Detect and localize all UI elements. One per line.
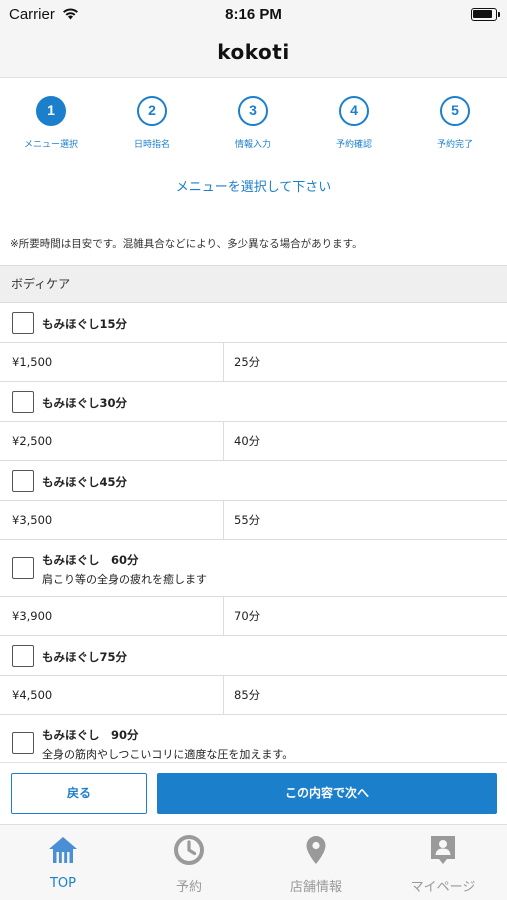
- menu-checkbox[interactable]: [12, 732, 34, 754]
- tab-label: 予約: [175, 880, 202, 895]
- menu-item-text: もみほぐし30分: [42, 392, 127, 411]
- step-confirm: 4 予約確認: [304, 96, 404, 150]
- menu-item-duration: 40分: [234, 434, 261, 448]
- step-date-staff: 2 日時指名: [102, 96, 202, 150]
- step-label: 予約確認: [335, 140, 372, 150]
- menu-item[interactable]: もみほぐし 90分 全身の筋肉やしつこいコリに適度な圧を加えます。: [0, 715, 507, 762]
- status-bar: Carrier 8:16 PM: [0, 0, 507, 28]
- step-number-circle: 1: [36, 96, 66, 126]
- menu-item[interactable]: もみほぐし15分 ¥1,500 25分: [0, 303, 507, 382]
- menu-item[interactable]: もみほぐし 60分 肩こり等の全身の疲れを癒します ¥3,900 70分: [0, 540, 507, 636]
- menu-item-select-row[interactable]: もみほぐし30分: [0, 382, 507, 422]
- duration-notice: ※所要時間は目安です。混雑具合などにより、多少異なる場合があります。: [10, 238, 363, 250]
- menu-item[interactable]: もみほぐし75分 ¥4,500 85分: [0, 636, 507, 715]
- menu-checkbox[interactable]: [12, 311, 34, 334]
- menu-item-name: もみほぐし15分: [42, 317, 128, 331]
- clock-icon: [174, 835, 204, 865]
- menu-item-name: もみほぐし75分: [42, 650, 128, 664]
- menu-item-details: ¥4,500 85分: [0, 676, 507, 714]
- menu-item-text: もみほぐし45分: [42, 471, 127, 490]
- tab-label: TOP: [49, 876, 76, 891]
- app-title: kokoti: [217, 40, 290, 64]
- tab-top[interactable]: TOP: [0, 825, 126, 900]
- menu-item-select-row[interactable]: もみほぐし15分: [0, 303, 507, 343]
- menu-item-duration: 25分: [234, 355, 261, 369]
- menu-item-details: ¥3,900 70分: [0, 597, 507, 635]
- menu-item-text: もみほぐし75分: [42, 646, 127, 665]
- menu-item-duration: 70分: [234, 609, 261, 623]
- menu-item-select-row[interactable]: もみほぐし45分: [0, 461, 507, 501]
- next-button[interactable]: この内容で次へ: [157, 773, 497, 814]
- back-button[interactable]: 戻る: [11, 773, 147, 814]
- home-icon: [49, 837, 77, 863]
- instruction-text: メニューを選択して下さい: [175, 180, 332, 195]
- step-label: メニュー選択: [23, 140, 78, 150]
- step-label: 情報入力: [234, 140, 271, 150]
- tab-label: 店舗情報: [289, 880, 342, 895]
- menu-item-price: ¥3,500: [0, 501, 224, 539]
- booking-steps: 1 メニュー選択 2 日時指名 3 情報入力 4 予約確認 5 予約完了: [0, 96, 507, 156]
- tab-label: マイページ: [410, 880, 476, 895]
- menu-item-details: ¥3,500 55分: [0, 501, 507, 539]
- menu-checkbox[interactable]: [12, 557, 34, 579]
- step-number-circle: 4: [339, 96, 369, 126]
- menu-item-description: 肩こり等の全身の疲れを癒します: [42, 573, 207, 586]
- menu-item-select-row[interactable]: もみほぐし 60分 肩こり等の全身の疲れを癒します: [0, 540, 507, 597]
- menu-item-duration: 85分: [234, 688, 261, 702]
- menu-checkbox[interactable]: [12, 390, 34, 413]
- menu-item-text: もみほぐし15分: [42, 313, 127, 332]
- menu-checkbox[interactable]: [12, 469, 34, 492]
- step-number-circle: 2: [137, 96, 167, 126]
- step-menu-select: 1 メニュー選択: [1, 96, 101, 150]
- menu-item[interactable]: もみほぐし30分 ¥2,500 40分: [0, 382, 507, 461]
- menu-list[interactable]: もみほぐし15分 ¥1,500 25分 もみほぐし30分 ¥2,500 40分 …: [0, 303, 507, 762]
- menu-item-name: もみほぐし 60分: [42, 553, 139, 567]
- menu-item-price: ¥1,500: [0, 343, 224, 381]
- step-label: 日時指名: [133, 140, 170, 150]
- tab-bar: TOP 予約 店舗情報 マイページ: [0, 824, 507, 900]
- tab-reservation[interactable]: 予約: [126, 825, 252, 900]
- step-number-circle: 3: [238, 96, 268, 126]
- menu-checkbox[interactable]: [12, 644, 34, 667]
- menu-item[interactable]: もみほぐし45分 ¥3,500 55分: [0, 461, 507, 540]
- step-complete: 5 予約完了: [405, 96, 505, 150]
- menu-item-name: もみほぐし45分: [42, 475, 128, 489]
- menu-item-description: 全身の筋肉やしつこいコリに適度な圧を加えます。: [42, 748, 294, 761]
- navigation-bar: kokoti: [0, 28, 507, 78]
- step-label: 予約完了: [436, 140, 473, 150]
- user-badge-icon: [431, 836, 455, 864]
- menu-item-text: もみほぐし 60分 肩こり等の全身の疲れを癒します: [42, 549, 207, 587]
- menu-item-name: もみほぐし 90分: [42, 728, 139, 742]
- step-info-input: 3 情報入力: [203, 96, 303, 150]
- menu-item-text: もみほぐし 90分 全身の筋肉やしつこいコリに適度な圧を加えます。: [42, 724, 293, 762]
- menu-item-details: ¥2,500 40分: [0, 422, 507, 460]
- menu-item-select-row[interactable]: もみほぐし75分: [0, 636, 507, 676]
- tab-my-page[interactable]: マイページ: [380, 825, 506, 900]
- menu-item-select-row[interactable]: もみほぐし 90分 全身の筋肉やしつこいコリに適度な圧を加えます。: [0, 715, 507, 762]
- category-header: ボディケア: [0, 265, 507, 303]
- tab-store-info[interactable]: 店舗情報: [253, 825, 379, 900]
- status-time: 8:16 PM: [225, 6, 282, 23]
- menu-item-price: ¥2,500: [0, 422, 224, 460]
- menu-item-name: もみほぐし30分: [42, 396, 128, 410]
- action-bar: 戻る この内容で次へ: [0, 762, 507, 824]
- menu-item-price: ¥4,500: [0, 676, 224, 714]
- menu-item-details: ¥1,500 25分: [0, 343, 507, 381]
- battery-icon: [471, 8, 500, 21]
- menu-item-duration: 55分: [234, 513, 261, 527]
- location-pin-icon: [306, 836, 326, 864]
- step-number-circle: 5: [440, 96, 470, 126]
- menu-item-price: ¥3,900: [0, 597, 224, 635]
